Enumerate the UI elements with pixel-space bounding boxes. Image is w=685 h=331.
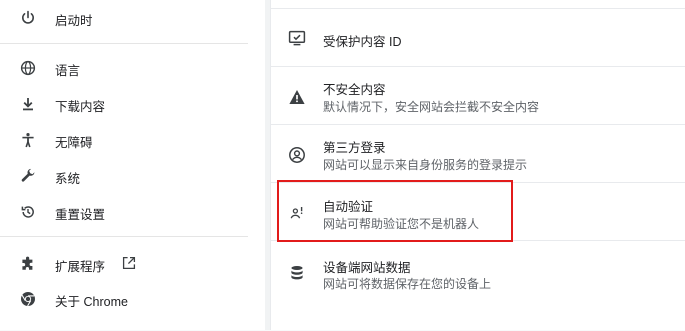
- accessibility-icon: [19, 131, 37, 149]
- site-settings-card: 受保护内容 ID 不安全内容 默认情况下，安全网站会拦截不安全内容 第三方登录 …: [270, 0, 685, 330]
- sidebar-item-label: 下载内容: [55, 100, 106, 114]
- puzzle-icon: [19, 255, 37, 273]
- sidebar-item-label: 重置设置: [55, 208, 106, 222]
- divider: [0, 43, 248, 44]
- sidebar-item-about-chrome[interactable]: 关于 Chrome: [0, 281, 265, 317]
- download-icon: [19, 95, 37, 113]
- sidebar-item-system[interactable]: 系统: [0, 158, 265, 194]
- protected-content-icon: [287, 28, 307, 48]
- row-subtitle: 网站可帮助验证您不是机器人: [323, 217, 480, 231]
- sidebar-item-label: 启动时: [55, 14, 93, 28]
- sidebar-item-downloads[interactable]: 下载内容: [0, 86, 265, 122]
- row-subtitle: 默认情况下，安全网站会拦截不安全内容: [323, 100, 540, 114]
- row-title: 受保护内容 ID: [323, 35, 402, 49]
- warning-icon: [287, 87, 307, 107]
- row-auto-verify[interactable]: 自动验证 网站可帮助验证您不是机器人: [271, 182, 685, 241]
- sidebar-item-reset-settings[interactable]: 重置设置: [0, 194, 265, 230]
- row-subtitle: 网站可将数据保存在您的设备上: [323, 277, 492, 291]
- row-title: 自动验证: [323, 200, 374, 214]
- sidebar-item-label: 关于 Chrome: [55, 295, 128, 309]
- sidebar-item-extensions[interactable]: 扩展程序: [0, 246, 265, 282]
- row-on-device-site-data[interactable]: 设备端网站数据 网站可将数据保存在您的设备上: [271, 240, 685, 331]
- database-icon: [287, 263, 307, 283]
- settings-sidebar: 启动时 语言 下载内容 无障碍 系统 重置设置 扩展程序 关于 Chrome: [0, 0, 265, 330]
- power-icon: [19, 9, 37, 27]
- row-title: 第三方登录: [323, 141, 386, 155]
- row-subtitle: 网站可以显示来自身份服务的登录提示: [323, 158, 528, 172]
- row-title: 设备端网站数据: [323, 261, 411, 275]
- sidebar-item-languages[interactable]: 语言: [0, 50, 265, 86]
- row-insecure-content[interactable]: 不安全内容 默认情况下，安全网站会拦截不安全内容: [271, 66, 685, 125]
- external-link-icon: [122, 256, 136, 270]
- sidebar-item-label: 语言: [55, 64, 81, 78]
- sidebar-item-label: 系统: [55, 172, 81, 186]
- divider: [0, 236, 248, 237]
- sidebar-item-accessibility[interactable]: 无障碍: [0, 122, 265, 158]
- sidebar-item-on-startup[interactable]: 启动时: [0, 0, 265, 36]
- row-title: 不安全内容: [323, 83, 386, 97]
- sidebar-item-label: 扩展程序: [55, 260, 106, 274]
- account-circle-icon: [287, 145, 307, 165]
- row-third-party-sign-in[interactable]: 第三方登录 网站可以显示来自身份服务的登录提示: [271, 124, 685, 183]
- reset-history-icon: [19, 203, 37, 221]
- globe-icon: [19, 59, 37, 77]
- wrench-icon: [19, 167, 37, 185]
- sidebar-item-label: 无障碍: [55, 136, 93, 150]
- row-protected-content[interactable]: 受保护内容 ID: [271, 8, 685, 67]
- person-verify-icon: [287, 203, 307, 223]
- chrome-icon: [19, 290, 37, 308]
